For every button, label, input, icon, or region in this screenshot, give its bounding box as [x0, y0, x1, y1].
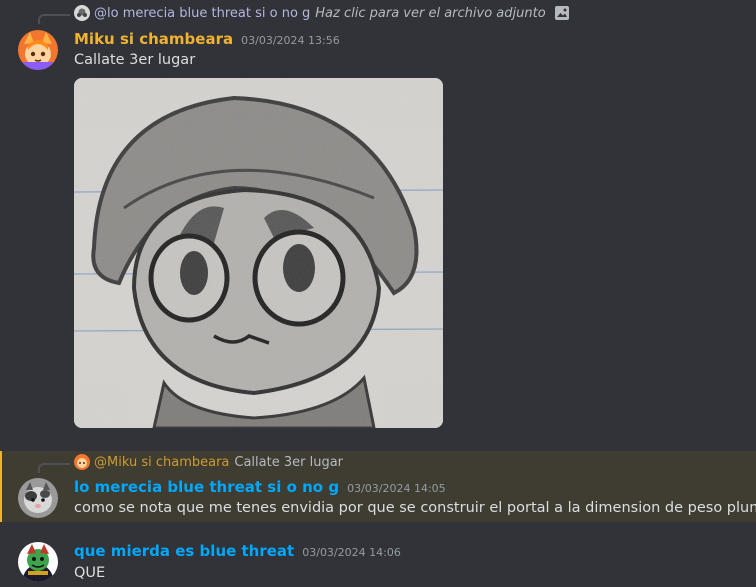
timestamp: 03/03/2024 14:05 — [347, 482, 446, 495]
message-content: QUE — [74, 565, 106, 581]
avatar[interactable] — [18, 542, 58, 582]
reply-preview[interactable]: @lo merecia blue threat si o no g Haz cl… — [74, 5, 570, 21]
reply-mention[interactable]: @Miku si chambeara — [94, 455, 229, 470]
image-icon — [554, 5, 570, 21]
message-content: como se nota que me tenes envidia por qu… — [74, 500, 756, 516]
avatar[interactable] — [18, 30, 58, 70]
username[interactable]: que mierda es blue threat — [74, 542, 294, 560]
avatar[interactable] — [18, 478, 58, 518]
reply-preview[interactable]: @Miku si chambeara Callate 3er lugar — [74, 454, 343, 470]
message-content: Callate 3er lugar — [74, 52, 196, 68]
reply-avatar — [74, 5, 90, 21]
reply-mention[interactable]: @lo merecia blue threat si o no g — [94, 6, 310, 21]
reply-avatar — [74, 454, 90, 470]
reply-spine — [38, 463, 70, 473]
username[interactable]: Miku si chambeara — [74, 30, 233, 48]
mention-highlight-bar — [0, 451, 2, 522]
timestamp: 03/03/2024 13:56 — [241, 34, 340, 47]
reply-text[interactable]: Callate 3er lugar — [234, 455, 343, 470]
image-attachment[interactable] — [74, 78, 443, 428]
timestamp: 03/03/2024 14:06 — [302, 546, 401, 559]
username[interactable]: lo merecia blue threat si o no g — [74, 478, 339, 496]
reply-spine — [38, 14, 70, 24]
reply-text[interactable]: Haz clic para ver el archivo adjunto — [315, 6, 545, 21]
